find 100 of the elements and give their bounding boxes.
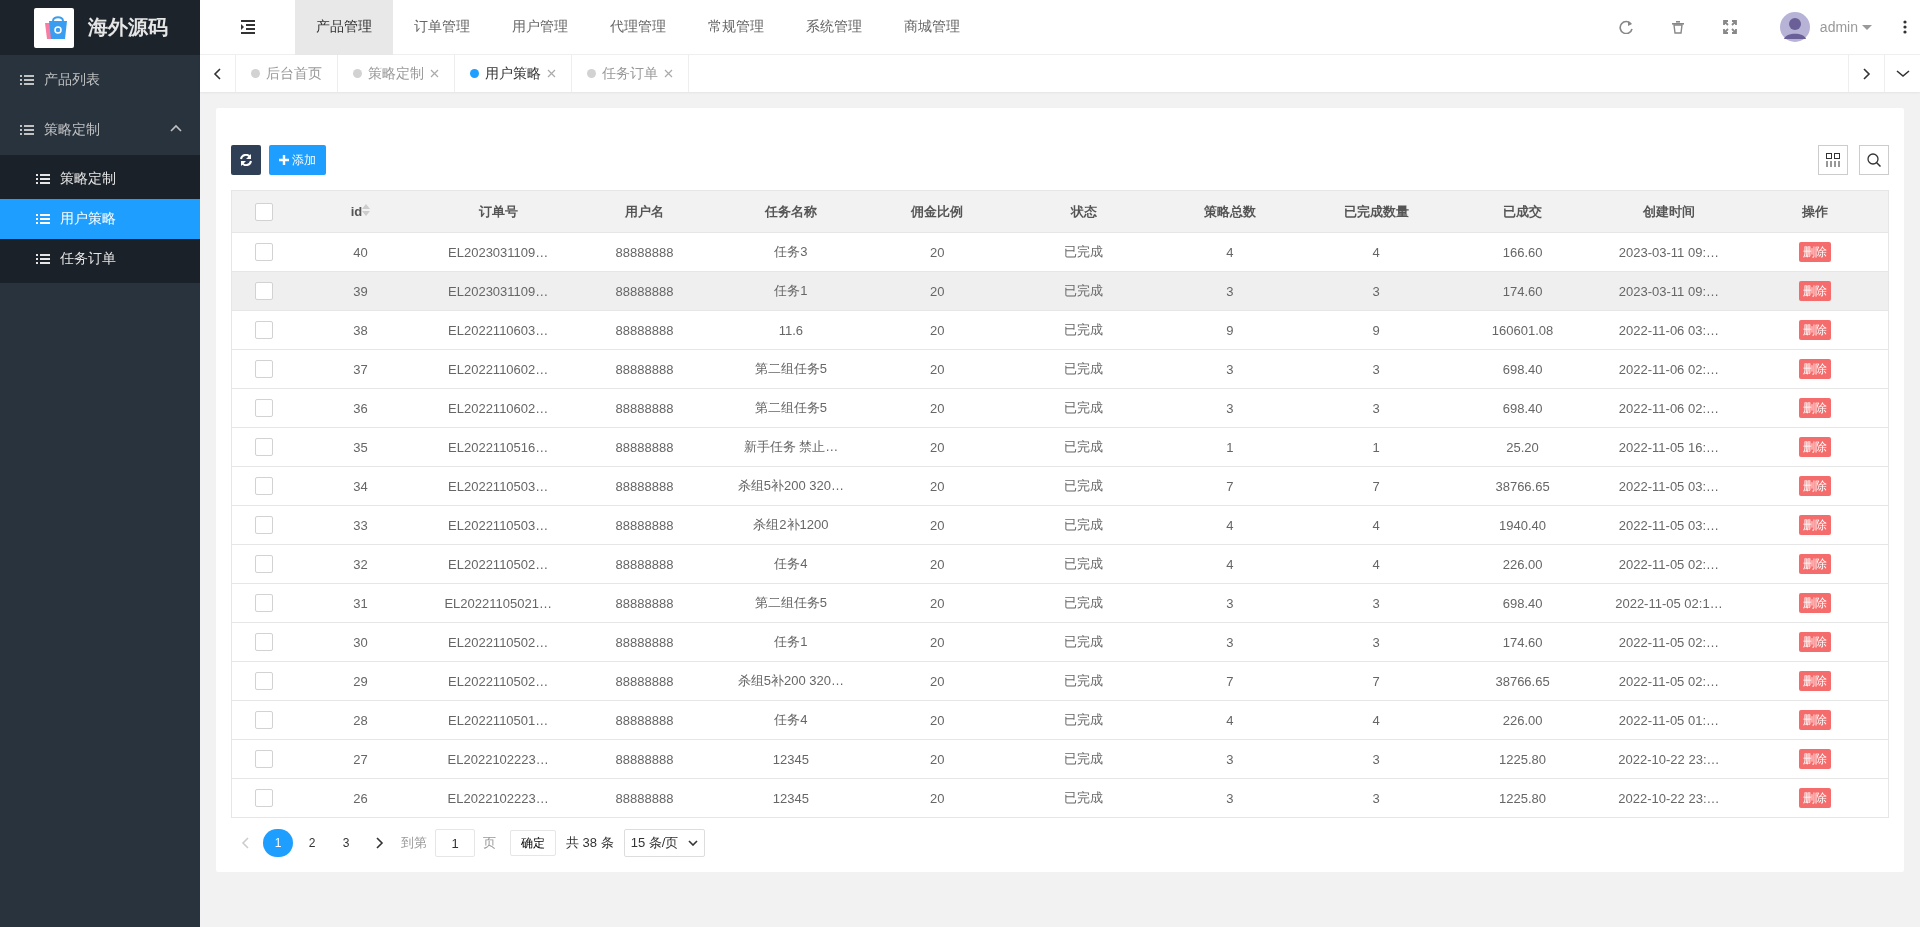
checkbox[interactable]: [255, 789, 273, 807]
delete-button[interactable]: 删除: [1799, 554, 1832, 574]
delete-button[interactable]: 删除: [1799, 476, 1832, 496]
table-cell: 任务3: [774, 244, 808, 259]
table-cell: 3: [1226, 361, 1234, 377]
table-cell: 9: [1226, 322, 1234, 338]
column-header: 任务名称: [764, 203, 817, 219]
table-cell: 1: [1372, 439, 1380, 455]
table-cell: 20: [929, 478, 945, 494]
chevron-down-icon[interactable]: [1895, 69, 1910, 78]
page-number[interactable]: 2: [297, 829, 327, 857]
menu-icon[interactable]: [240, 20, 255, 34]
sort-icon[interactable]: [362, 204, 371, 216]
table-cell: 27: [353, 751, 368, 767]
trash-icon[interactable]: [1670, 20, 1685, 34]
goto-label: 到第: [401, 834, 427, 852]
delete-button[interactable]: 删除: [1799, 398, 1832, 418]
delete-button[interactable]: 删除: [1799, 671, 1832, 691]
table-cell: 28: [353, 712, 368, 728]
page-number[interactable]: 3: [331, 829, 361, 857]
sidebar-subitem[interactable]: 用户策略: [0, 199, 200, 239]
checkbox[interactable]: [255, 360, 273, 378]
sidebar-item[interactable]: 产品列表: [0, 55, 200, 105]
table-cell: 88888888: [615, 712, 674, 728]
chevron-right-icon[interactable]: [374, 837, 384, 849]
table-cell: 4: [1372, 244, 1380, 260]
plus-icon: [279, 155, 289, 165]
delete-button[interactable]: 删除: [1799, 593, 1832, 613]
table-cell: 38766.65: [1495, 478, 1550, 494]
checkbox[interactable]: [255, 516, 273, 534]
checkbox[interactable]: [255, 399, 273, 417]
columns-button[interactable]: [1818, 145, 1848, 175]
nav-menu-item[interactable]: 代理管理: [589, 0, 687, 55]
search-button[interactable]: [1859, 145, 1889, 175]
checkbox[interactable]: [255, 555, 273, 573]
checkbox[interactable]: [255, 711, 273, 729]
checkbox[interactable]: [255, 594, 273, 612]
checkbox[interactable]: [255, 477, 273, 495]
checkbox[interactable]: [255, 672, 273, 690]
table-cell: EL2022110501…: [448, 712, 549, 728]
sidebar-subitem[interactable]: 任务订单: [0, 239, 200, 279]
checkbox[interactable]: [255, 282, 273, 300]
close-icon[interactable]: [430, 69, 439, 78]
column-header: 佣金比例: [911, 203, 964, 219]
close-icon[interactable]: [547, 69, 556, 78]
table-cell: 2022-11-05 02:…: [1618, 634, 1720, 650]
table-cell: 新手任务 禁止…: [743, 439, 839, 454]
chevron-left-icon[interactable]: [213, 67, 222, 80]
sidebar-item[interactable]: 策略定制: [0, 105, 200, 155]
user-menu[interactable]: admin: [1819, 19, 1872, 35]
page-tab[interactable]: 任务订单: [572, 55, 689, 92]
table-cell: 88888888: [615, 244, 674, 260]
table-cell: EL2022110502…: [448, 634, 549, 650]
sidebar-subitem[interactable]: 策略定制: [0, 159, 200, 199]
column-header: 用户名: [625, 203, 664, 219]
refresh-button[interactable]: [231, 145, 261, 175]
table-cell: 20: [929, 244, 945, 260]
checkbox[interactable]: [255, 243, 273, 261]
delete-button[interactable]: 删除: [1799, 749, 1832, 769]
delete-button[interactable]: 删除: [1799, 710, 1832, 730]
table-cell: 7: [1226, 673, 1234, 689]
delete-button[interactable]: 删除: [1799, 437, 1832, 457]
close-icon[interactable]: [664, 69, 673, 78]
fullscreen-icon[interactable]: [1722, 20, 1737, 34]
delete-button[interactable]: 删除: [1799, 281, 1832, 301]
checkbox[interactable]: [255, 321, 273, 339]
column-header[interactable]: id: [350, 204, 363, 219]
delete-button[interactable]: 删除: [1799, 515, 1832, 535]
checkbox[interactable]: [255, 202, 273, 221]
page-tab[interactable]: 策略定制: [338, 55, 455, 92]
confirm-button[interactable]: 确定: [510, 830, 556, 856]
checkbox[interactable]: [255, 633, 273, 651]
table-cell: 88888888: [615, 556, 674, 572]
chevron-right-icon[interactable]: [1862, 67, 1871, 80]
delete-button[interactable]: 删除: [1799, 632, 1832, 652]
delete-button[interactable]: 删除: [1799, 788, 1832, 808]
add-button[interactable]: 添加: [269, 145, 326, 175]
delete-button[interactable]: 删除: [1799, 320, 1832, 340]
column-header: 订单号: [478, 203, 518, 219]
column-header: 创建时间: [1642, 203, 1695, 219]
page-tab[interactable]: 用户策略: [455, 55, 572, 92]
page-input[interactable]: 1: [435, 829, 475, 857]
page-size-select[interactable]: 15 条/页: [623, 829, 706, 857]
nav-menu-item[interactable]: 产品管理: [295, 0, 393, 55]
delete-button[interactable]: 删除: [1799, 242, 1832, 262]
table-cell: 第二组任务5: [754, 400, 827, 415]
refresh-icon[interactable]: [1618, 20, 1633, 34]
nav-menu-item[interactable]: 系统管理: [785, 0, 883, 55]
delete-button[interactable]: 删除: [1799, 359, 1832, 379]
page-tab[interactable]: 后台首页: [236, 55, 338, 92]
nav-menu-item[interactable]: 商城管理: [883, 0, 981, 55]
table-cell: 26: [353, 790, 368, 806]
page-number[interactable]: 1: [263, 829, 293, 857]
checkbox[interactable]: [255, 438, 273, 456]
nav-menu-item[interactable]: 用户管理: [491, 0, 589, 55]
nav-menu-item[interactable]: 订单管理: [393, 0, 491, 55]
checkbox[interactable]: [255, 750, 273, 768]
table-cell: 20: [929, 439, 945, 455]
nav-menu-item[interactable]: 常规管理: [687, 0, 785, 55]
more-icon[interactable]: [1903, 20, 1907, 34]
